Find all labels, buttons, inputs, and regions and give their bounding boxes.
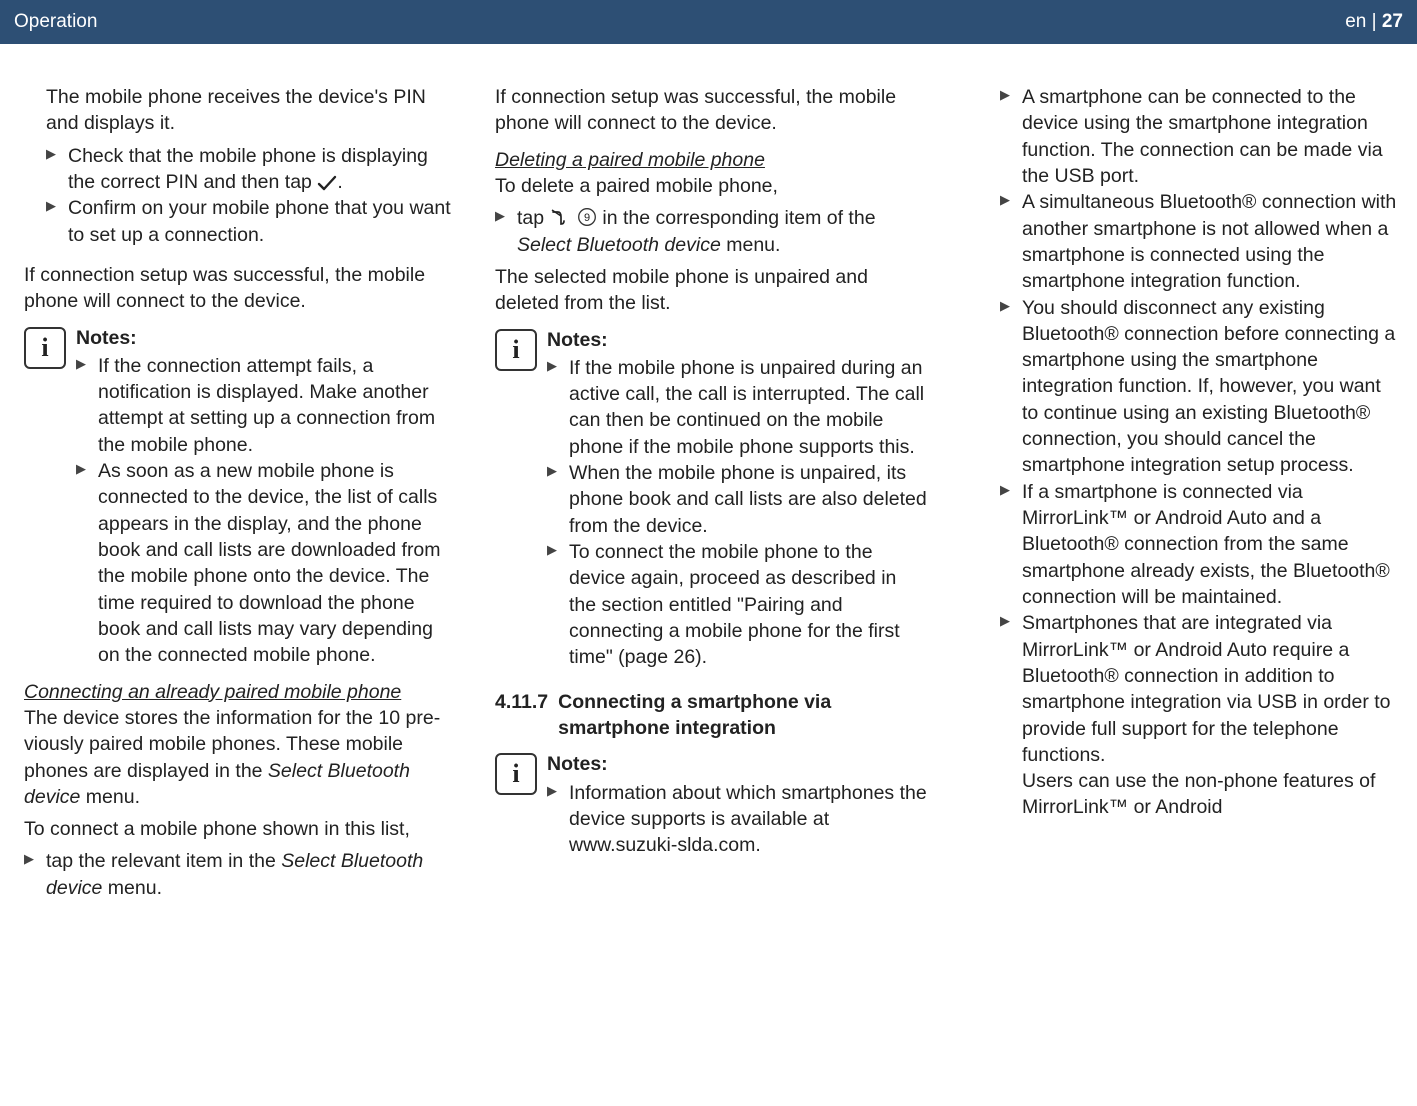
notes-title: Notes: — [547, 751, 928, 777]
unpair-icon — [550, 209, 572, 227]
notes-block: i Notes: Information about which smart­p… — [495, 751, 928, 858]
header-page: en | 27 — [1345, 11, 1403, 33]
list-item: As soon as a new mobile phone is connect… — [76, 458, 457, 669]
notes-block: i Notes: If the connection attempt fails… — [24, 325, 457, 669]
notes-title: Notes: — [76, 325, 457, 351]
list-item: A simultaneous Bluetooth® connec­tion wi… — [1000, 189, 1399, 294]
section-heading: 4.11.7 Connecting a smartphone via smart… — [495, 689, 928, 742]
list-item: You should disconnect any existing Bluet… — [1000, 295, 1399, 479]
text: To delete a paired mobile phone, — [495, 173, 928, 199]
info-icon: i — [495, 753, 537, 795]
list-item: If the mobile phone is unpaired during a… — [547, 355, 928, 460]
page-header: Operation en | 27 — [0, 0, 1417, 44]
notes-title: Notes: — [547, 327, 928, 353]
list-item: When the mobile phone is unpaired, its p… — [547, 460, 928, 539]
list-item: To connect the mobile phone to the devic… — [547, 539, 928, 671]
notes-block: i Notes: If the mobile phone is unpaired… — [495, 327, 928, 671]
svg-text:9: 9 — [584, 212, 590, 224]
list-item: Confirm on your mobile phone that you wa… — [46, 195, 457, 248]
column-3: A smartphone can be connected to the dev… — [966, 84, 1399, 901]
section-number: 4.11.7 — [495, 689, 548, 742]
info-icon: i — [495, 329, 537, 371]
list-item: Information about which smart­phones the… — [547, 780, 928, 859]
column-1: The mobile phone receives the device's P… — [24, 84, 457, 901]
text: The device stores the information for th… — [24, 705, 457, 810]
header-section: Operation — [14, 11, 97, 33]
list-item: If a smartphone is connected via MirrorL… — [1000, 479, 1399, 611]
text: If connection setup was successful, the … — [495, 84, 928, 137]
text: If connection setup was successful, the … — [24, 262, 457, 315]
text: The selected mobile phone is unpaired an… — [495, 264, 928, 317]
column-2: If connection setup was successful, the … — [495, 84, 928, 901]
list-item: tap 9 in the corresponding item of the S… — [495, 205, 928, 258]
list-item: Smartphones that are integrated via Mirr… — [1000, 610, 1399, 821]
text: To connect a mobile phone shown in this … — [24, 816, 457, 842]
list-item: Check that the mobile phone is displayin… — [46, 143, 457, 196]
list-item: tap the relevant item in the Select Blue… — [24, 848, 457, 901]
subheading: Connecting an already paired mobile phon… — [24, 679, 457, 705]
checkmark-icon — [317, 175, 337, 191]
page-body: The mobile phone receives the device's P… — [0, 44, 1417, 921]
info-icon: i — [24, 327, 66, 369]
list-item: If the connection attempt fails, a notif… — [76, 353, 457, 458]
section-title: Connecting a smartphone via smartphone i… — [558, 689, 928, 742]
text: The mobile phone receives the device's P… — [46, 84, 457, 137]
subheading: Deleting a paired mobile phone — [495, 147, 928, 173]
reference-badge-icon: 9 — [577, 207, 597, 227]
list-item: A smartphone can be connected to the dev… — [1000, 84, 1399, 189]
